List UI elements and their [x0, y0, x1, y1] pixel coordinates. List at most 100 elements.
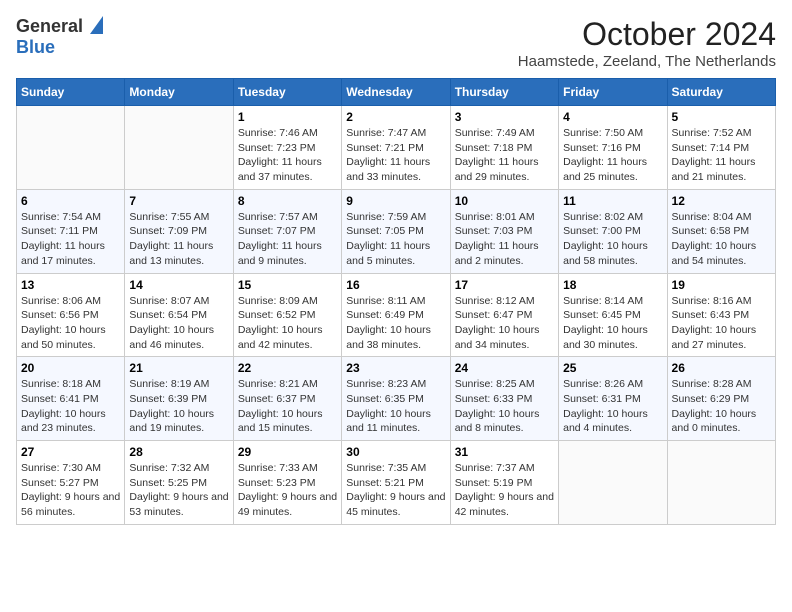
calendar-cell: 31Sunrise: 7:37 AMSunset: 5:19 PMDayligh… — [450, 441, 558, 525]
day-number: 20 — [21, 361, 120, 375]
calendar-cell: 10Sunrise: 8:01 AMSunset: 7:03 PMDayligh… — [450, 189, 558, 273]
calendar-cell: 29Sunrise: 7:33 AMSunset: 5:23 PMDayligh… — [233, 441, 341, 525]
day-number: 11 — [563, 194, 662, 208]
logo-blue-text: Blue — [16, 37, 55, 57]
cell-content-line: Sunset: 5:23 PM — [238, 476, 337, 491]
calendar-week-row: 20Sunrise: 8:18 AMSunset: 6:41 PMDayligh… — [17, 357, 776, 441]
cell-content-line: Daylight: 9 hours and 53 minutes. — [129, 490, 228, 519]
cell-content-line: Sunset: 7:05 PM — [346, 224, 445, 239]
cell-content-line: Sunrise: 8:06 AM — [21, 294, 120, 309]
cell-content-line: Daylight: 9 hours and 56 minutes. — [21, 490, 120, 519]
logo-general-text: General — [16, 16, 83, 37]
day-number: 29 — [238, 445, 337, 459]
cell-content-line: Sunset: 5:27 PM — [21, 476, 120, 491]
cell-content-line: Sunset: 6:31 PM — [563, 392, 662, 407]
calendar-cell: 4Sunrise: 7:50 AMSunset: 7:16 PMDaylight… — [559, 106, 667, 190]
day-number: 4 — [563, 110, 662, 124]
day-number: 30 — [346, 445, 445, 459]
calendar-cell: 16Sunrise: 8:11 AMSunset: 6:49 PMDayligh… — [342, 273, 450, 357]
calendar-day-header: Wednesday — [342, 79, 450, 106]
cell-content-line: Daylight: 10 hours and 50 minutes. — [21, 323, 120, 352]
cell-content-line: Sunset: 7:21 PM — [346, 141, 445, 156]
cell-content-line: Sunrise: 8:07 AM — [129, 294, 228, 309]
cell-content-line: Daylight: 11 hours and 33 minutes. — [346, 155, 445, 184]
calendar-cell: 7Sunrise: 7:55 AMSunset: 7:09 PMDaylight… — [125, 189, 233, 273]
cell-content-line: Daylight: 10 hours and 46 minutes. — [129, 323, 228, 352]
cell-content-line: Daylight: 10 hours and 11 minutes. — [346, 407, 445, 436]
day-number: 9 — [346, 194, 445, 208]
day-number: 18 — [563, 278, 662, 292]
cell-content-line: Sunset: 7:00 PM — [563, 224, 662, 239]
day-number: 23 — [346, 361, 445, 375]
cell-content-line: Sunrise: 7:32 AM — [129, 461, 228, 476]
calendar-cell: 9Sunrise: 7:59 AMSunset: 7:05 PMDaylight… — [342, 189, 450, 273]
day-number: 3 — [455, 110, 554, 124]
calendar-cell: 26Sunrise: 8:28 AMSunset: 6:29 PMDayligh… — [667, 357, 775, 441]
calendar-day-header: Monday — [125, 79, 233, 106]
day-number: 25 — [563, 361, 662, 375]
cell-content-line: Sunrise: 7:52 AM — [672, 126, 771, 141]
cell-content-line: Sunset: 6:49 PM — [346, 308, 445, 323]
calendar-cell: 3Sunrise: 7:49 AMSunset: 7:18 PMDaylight… — [450, 106, 558, 190]
cell-content-line: Sunrise: 8:16 AM — [672, 294, 771, 309]
cell-content-line: Daylight: 10 hours and 23 minutes. — [21, 407, 120, 436]
cell-content-line: Sunrise: 7:59 AM — [346, 210, 445, 225]
cell-content-line: Sunrise: 7:49 AM — [455, 126, 554, 141]
logo-icon — [85, 16, 103, 34]
cell-content-line: Sunrise: 8:28 AM — [672, 377, 771, 392]
calendar-cell — [667, 441, 775, 525]
cell-content-line: Sunrise: 8:21 AM — [238, 377, 337, 392]
cell-content-line: Sunset: 5:25 PM — [129, 476, 228, 491]
day-number: 2 — [346, 110, 445, 124]
day-number: 13 — [21, 278, 120, 292]
cell-content-line: Sunset: 5:19 PM — [455, 476, 554, 491]
day-number: 14 — [129, 278, 228, 292]
day-number: 31 — [455, 445, 554, 459]
calendar-cell: 18Sunrise: 8:14 AMSunset: 6:45 PMDayligh… — [559, 273, 667, 357]
logo: General Blue — [16, 16, 103, 58]
calendar-cell: 11Sunrise: 8:02 AMSunset: 7:00 PMDayligh… — [559, 189, 667, 273]
cell-content-line: Sunrise: 7:46 AM — [238, 126, 337, 141]
day-number: 12 — [672, 194, 771, 208]
day-number: 19 — [672, 278, 771, 292]
cell-content-line: Daylight: 11 hours and 29 minutes. — [455, 155, 554, 184]
calendar-cell — [559, 441, 667, 525]
calendar-week-row: 13Sunrise: 8:06 AMSunset: 6:56 PMDayligh… — [17, 273, 776, 357]
calendar-header-row: SundayMondayTuesdayWednesdayThursdayFrid… — [17, 79, 776, 106]
cell-content-line: Daylight: 11 hours and 37 minutes. — [238, 155, 337, 184]
page-header: General Blue October 2024 Haamstede, Zee… — [16, 16, 776, 70]
cell-content-line: Daylight: 11 hours and 21 minutes. — [672, 155, 771, 184]
cell-content-line: Sunset: 6:41 PM — [21, 392, 120, 407]
calendar-cell: 28Sunrise: 7:32 AMSunset: 5:25 PMDayligh… — [125, 441, 233, 525]
day-number: 6 — [21, 194, 120, 208]
day-number: 5 — [672, 110, 771, 124]
calendar-cell — [125, 106, 233, 190]
cell-content-line: Daylight: 10 hours and 38 minutes. — [346, 323, 445, 352]
location-text: Haamstede, Zeeland, The Netherlands — [518, 53, 776, 70]
calendar-cell: 27Sunrise: 7:30 AMSunset: 5:27 PMDayligh… — [17, 441, 125, 525]
cell-content-line: Sunrise: 7:55 AM — [129, 210, 228, 225]
calendar-cell: 30Sunrise: 7:35 AMSunset: 5:21 PMDayligh… — [342, 441, 450, 525]
calendar-cell: 23Sunrise: 8:23 AMSunset: 6:35 PMDayligh… — [342, 357, 450, 441]
cell-content-line: Daylight: 10 hours and 42 minutes. — [238, 323, 337, 352]
cell-content-line: Daylight: 11 hours and 9 minutes. — [238, 239, 337, 268]
cell-content-line: Daylight: 11 hours and 2 minutes. — [455, 239, 554, 268]
day-number: 24 — [455, 361, 554, 375]
calendar-cell — [17, 106, 125, 190]
day-number: 7 — [129, 194, 228, 208]
calendar-cell: 1Sunrise: 7:46 AMSunset: 7:23 PMDaylight… — [233, 106, 341, 190]
cell-content-line: Sunrise: 8:14 AM — [563, 294, 662, 309]
day-number: 27 — [21, 445, 120, 459]
calendar-day-header: Thursday — [450, 79, 558, 106]
cell-content-line: Sunset: 7:14 PM — [672, 141, 771, 156]
month-title: October 2024 — [518, 16, 776, 53]
calendar-cell: 8Sunrise: 7:57 AMSunset: 7:07 PMDaylight… — [233, 189, 341, 273]
day-number: 15 — [238, 278, 337, 292]
cell-content-line: Daylight: 9 hours and 42 minutes. — [455, 490, 554, 519]
calendar-week-row: 1Sunrise: 7:46 AMSunset: 7:23 PMDaylight… — [17, 106, 776, 190]
cell-content-line: Daylight: 10 hours and 30 minutes. — [563, 323, 662, 352]
calendar-cell: 13Sunrise: 8:06 AMSunset: 6:56 PMDayligh… — [17, 273, 125, 357]
day-number: 22 — [238, 361, 337, 375]
cell-content-line: Daylight: 10 hours and 54 minutes. — [672, 239, 771, 268]
calendar-cell: 12Sunrise: 8:04 AMSunset: 6:58 PMDayligh… — [667, 189, 775, 273]
